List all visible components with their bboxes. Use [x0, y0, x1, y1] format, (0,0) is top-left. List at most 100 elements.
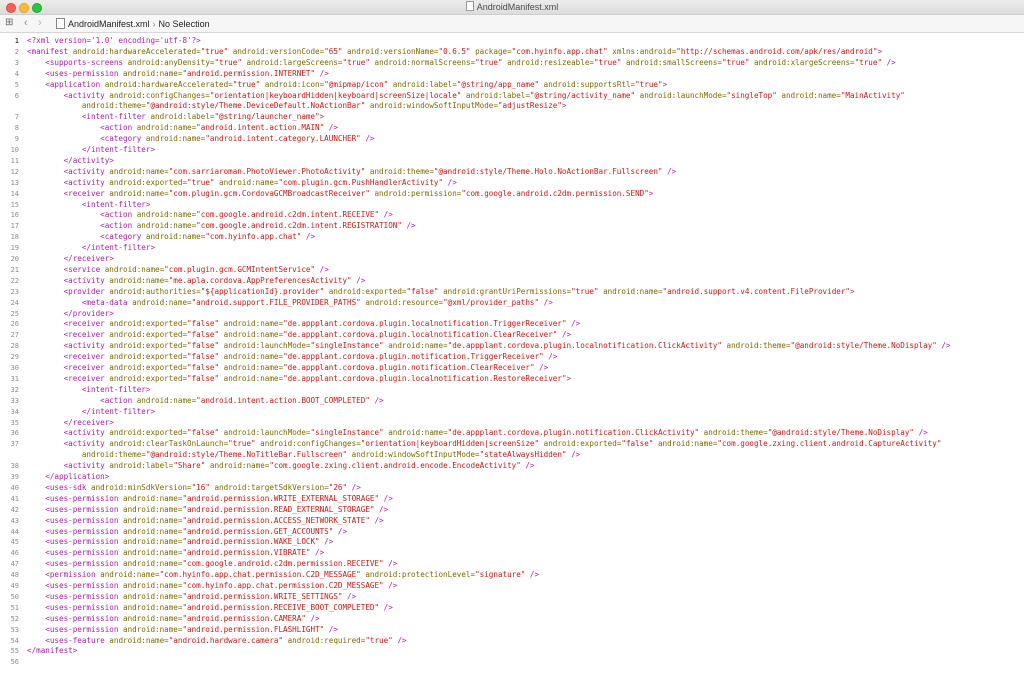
code-line[interactable]: 1 <?xml version='1.0' encoding='utf-8'?> — [0, 36, 1024, 46]
code-token: "true" — [635, 79, 663, 89]
code-line[interactable]: 44 <uses-permission android:name="androi… — [0, 527, 1024, 537]
code-line[interactable]: 41 <uses-permission android:name="androi… — [0, 494, 1024, 504]
code-line[interactable]: 15 <intent-filter> — [0, 200, 1024, 210]
code-token: "de.appplant.cordova.plugin.notification… — [283, 363, 535, 372]
line-number: 28 — [10, 342, 19, 351]
code-token: "com.hyinfo.app.chat.permission.C2D_MESS… — [159, 570, 361, 580]
code-line[interactable]: 31 <receiver android:exported="false" an… — [0, 374, 1024, 384]
code-line[interactable]: 4 <uses-permission android:name="android… — [0, 69, 1024, 79]
code-line[interactable]: 25 </provider> — [0, 309, 1024, 319]
code-line[interactable]: 28 <activity android:exported="false" an… — [0, 341, 1024, 351]
code-token: android:name= — [776, 90, 841, 100]
code-line[interactable]: 13 <activity android:exported="true" and… — [0, 178, 1024, 188]
code-line[interactable]: 34 </intent-filter> — [0, 407, 1024, 417]
code-line[interactable]: 3 <supports-screens android:anyDensity="… — [0, 58, 1024, 68]
code-line[interactable]: 51 <uses-permission android:name="androi… — [0, 603, 1024, 613]
code-token: /> — [324, 624, 338, 634]
source-editor[interactable]: 1 <?xml version='1.0' encoding='utf-8'?> 2… — [0, 33, 1024, 689]
code-line[interactable]: 11 </activity> — [0, 156, 1024, 166]
code-line[interactable]: 46 <uses-permission android:name="androi… — [0, 548, 1024, 558]
code-line[interactable]: 30 <receiver android:exported="false" an… — [0, 363, 1024, 373]
code-token: "com.hyinfo.app.chat.permission.C2D_MESS… — [182, 581, 384, 590]
code-line[interactable]: 10 </intent-filter> — [0, 145, 1024, 155]
code-line[interactable]: 17 <action android:name="com.google.andr… — [0, 221, 1024, 231]
code-line[interactable]: 21 <service android:name="com.plugin.gcm… — [0, 265, 1024, 275]
related-items-grid-icon[interactable]: ⊞ — [5, 18, 15, 28]
code-line[interactable]: 37 <activity android:clearTaskOnLaunch="… — [0, 439, 1024, 449]
code-line[interactable]: 16 <action android:name="com.google.andr… — [0, 210, 1024, 220]
code-line[interactable]: 50 <uses-permission android:name="androi… — [0, 592, 1024, 602]
code-line[interactable]: 23 <provider android:authorities="${appl… — [0, 287, 1024, 297]
code-line[interactable]: 55 </manifest> — [0, 646, 1024, 656]
code-text: <receiver android:exported="false" andro… — [27, 352, 558, 362]
code-line-wrapped[interactable]: android:theme="@android:style/Theme.NoTi… — [0, 450, 1024, 460]
code-token: <supports-screens — [27, 57, 128, 67]
code-token: "true" — [475, 57, 503, 67]
code-line[interactable]: 26 <receiver android:exported="false" an… — [0, 319, 1024, 329]
code-line[interactable]: 33 <action android:name="android.intent.… — [0, 396, 1024, 406]
back-arrow-icon[interactable]: ‹ — [24, 17, 28, 29]
code-line[interactable]: 49 <uses-permission android:name="com.hy… — [0, 581, 1024, 591]
code-line[interactable]: 20 </receiver> — [0, 254, 1024, 264]
code-token: "true" — [187, 177, 215, 187]
breadcrumb-file[interactable]: AndroidManifest.xml — [68, 19, 150, 29]
line-number: 25 — [10, 309, 19, 318]
line-number: 19 — [10, 244, 19, 253]
code-token: /> — [383, 581, 398, 590]
code-line[interactable]: 42 <uses-permission android:name="androi… — [0, 505, 1024, 515]
breadcrumb-selection[interactable]: No Selection — [159, 19, 210, 29]
code-line[interactable]: 45 <uses-permission android:name="androi… — [0, 537, 1024, 547]
code-token: <uses-permission — [27, 559, 124, 569]
code-line[interactable]: 35 </receiver> — [0, 418, 1024, 428]
code-line[interactable]: 40 <uses-sdk android:minSdkVersion="16" … — [0, 483, 1024, 493]
code-token: android:name= — [123, 537, 183, 547]
code-token: android:exported= — [109, 319, 188, 329]
code-token: android:launchMode= — [219, 341, 311, 351]
code-token: android:versionName= — [342, 46, 439, 56]
code-line[interactable]: 27 <receiver android:exported="false" an… — [0, 330, 1024, 340]
code-token: android:largeScreens= — [241, 57, 343, 67]
line-number: 55 — [10, 647, 19, 656]
code-line[interactable]: 6 <activity android:configChanges="orien… — [0, 91, 1024, 101]
code-line[interactable]: 12 <activity android:name="com.sarriarom… — [0, 167, 1024, 177]
code-line[interactable]: 14 <receiver android:name="com.plugin.gc… — [0, 189, 1024, 199]
code-line[interactable]: 36 <activity android:exported="false" an… — [0, 428, 1024, 438]
forward-arrow-icon[interactable]: › — [38, 17, 42, 29]
code-line[interactable]: 2 <manifest android:hardwareAccelerated="… — [0, 47, 1024, 57]
code-line[interactable]: 7 <intent-filter android:label="@string/… — [0, 112, 1024, 122]
code-line[interactable]: 56 — [0, 657, 1024, 667]
code-token: "@android:style/Theme.NoDisplay" — [790, 341, 937, 351]
code-token: "true" — [214, 57, 242, 67]
code-line[interactable]: 5 <application android:hardwareAccelerat… — [0, 80, 1024, 90]
code-line[interactable]: 8 <action android:name="android.intent.a… — [0, 123, 1024, 133]
code-text: <activity android:label="Share" android:… — [27, 461, 535, 471]
code-token: /> — [333, 526, 348, 536]
code-token: "de.appplant.cordova.plugin.localnotific… — [283, 373, 567, 383]
code-line[interactable]: 47 <uses-permission android:name="com.go… — [0, 559, 1024, 569]
code-line[interactable]: 24 <meta-data android:name="android.supp… — [0, 298, 1024, 308]
code-line[interactable]: 32 <intent-filter> — [0, 385, 1024, 395]
code-line[interactable]: 52 <uses-permission android:name="androi… — [0, 614, 1024, 624]
code-line[interactable]: 29 <receiver android:exported="false" an… — [0, 352, 1024, 362]
code-line[interactable]: 19 </intent-filter> — [0, 243, 1024, 253]
code-line[interactable]: 53 <uses-permission android:name="androi… — [0, 625, 1024, 635]
code-token: "android.permission.GET_ACCOUNTS" — [182, 526, 334, 536]
code-line[interactable]: 43 <uses-permission android:name="androi… — [0, 516, 1024, 526]
code-token: android:name= — [219, 330, 284, 340]
code-token: android:name= — [136, 221, 197, 231]
code-line[interactable]: 48 <permission android:name="com.hyinfo.… — [0, 570, 1024, 580]
code-line[interactable]: 38 <activity android:label="Share" andro… — [0, 461, 1024, 471]
code-line-wrapped[interactable]: android:theme="@android:style/Theme.Devi… — [0, 101, 1024, 111]
code-text: <intent-filter> — [27, 385, 151, 395]
code-line[interactable]: 54 <uses-feature android:name="android.h… — [0, 636, 1024, 646]
code-token: "android.permission.FLASHLIGHT" — [182, 624, 325, 634]
code-token: android:protectionLevel= — [360, 570, 476, 580]
code-line[interactable]: 39 </application> — [0, 472, 1024, 482]
code-line[interactable]: 22 <activity android:name="me.apla.cordo… — [0, 276, 1024, 286]
code-text: </manifest> — [27, 646, 77, 656]
code-token: "android.intent.action.BOOT_COMPLETED" — [196, 395, 370, 405]
code-token: <uses-permission — [27, 602, 124, 612]
code-line[interactable]: 18 <category android:name="com.hyinfo.ap… — [0, 232, 1024, 242]
code-line[interactable]: 9 <category android:name="android.intent… — [0, 134, 1024, 144]
code-token: "false" — [187, 319, 220, 329]
